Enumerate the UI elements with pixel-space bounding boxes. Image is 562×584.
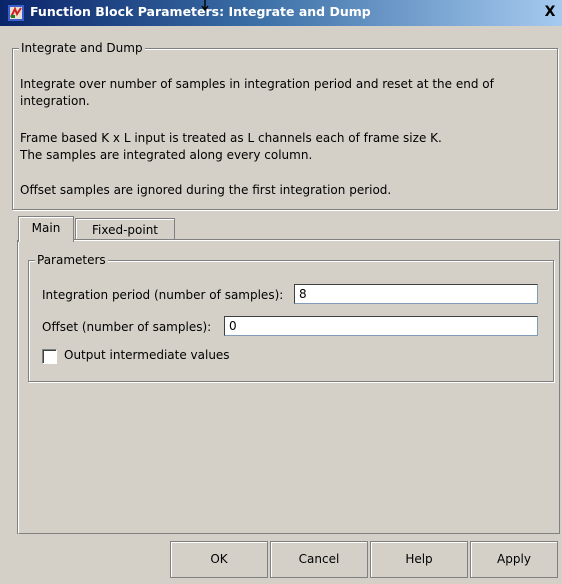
dialog-window: Function Block Parameters: Integrate and…: [0, 0, 562, 584]
ok-button[interactable]: OK: [170, 541, 268, 578]
description-line-2b: The samples are integrated along every c…: [20, 148, 313, 162]
tab-main[interactable]: Main: [18, 216, 74, 242]
description-group-title: Integrate and Dump: [19, 41, 145, 55]
output-intermediate-checkbox[interactable]: [42, 349, 57, 364]
description-line-1: Integrate over number of samples in inte…: [20, 77, 494, 108]
offset-input[interactable]: [224, 316, 538, 336]
tab-fixed-point[interactable]: Fixed-point: [75, 218, 175, 241]
description-line-3: Offset samples are ignored during the fi…: [20, 183, 392, 197]
title-bar[interactable]: Function Block Parameters: Integrate and…: [0, 0, 562, 26]
simulink-block-icon: [8, 5, 24, 21]
cancel-button[interactable]: Cancel: [270, 541, 368, 578]
help-button[interactable]: Help: [370, 541, 468, 578]
output-intermediate-label: Output intermediate values: [64, 348, 230, 362]
description-line-2a: Frame based K x L input is treated as L …: [20, 131, 442, 145]
apply-button[interactable]: Apply: [470, 541, 558, 578]
mouse-cursor-icon: [201, 0, 209, 12]
offset-label: Offset (number of samples):: [42, 320, 212, 334]
integration-period-label: Integration period (number of samples):: [42, 288, 284, 302]
close-button[interactable]: X: [540, 3, 560, 22]
integration-period-input[interactable]: [294, 284, 538, 304]
parameters-group-title: Parameters: [35, 253, 108, 267]
